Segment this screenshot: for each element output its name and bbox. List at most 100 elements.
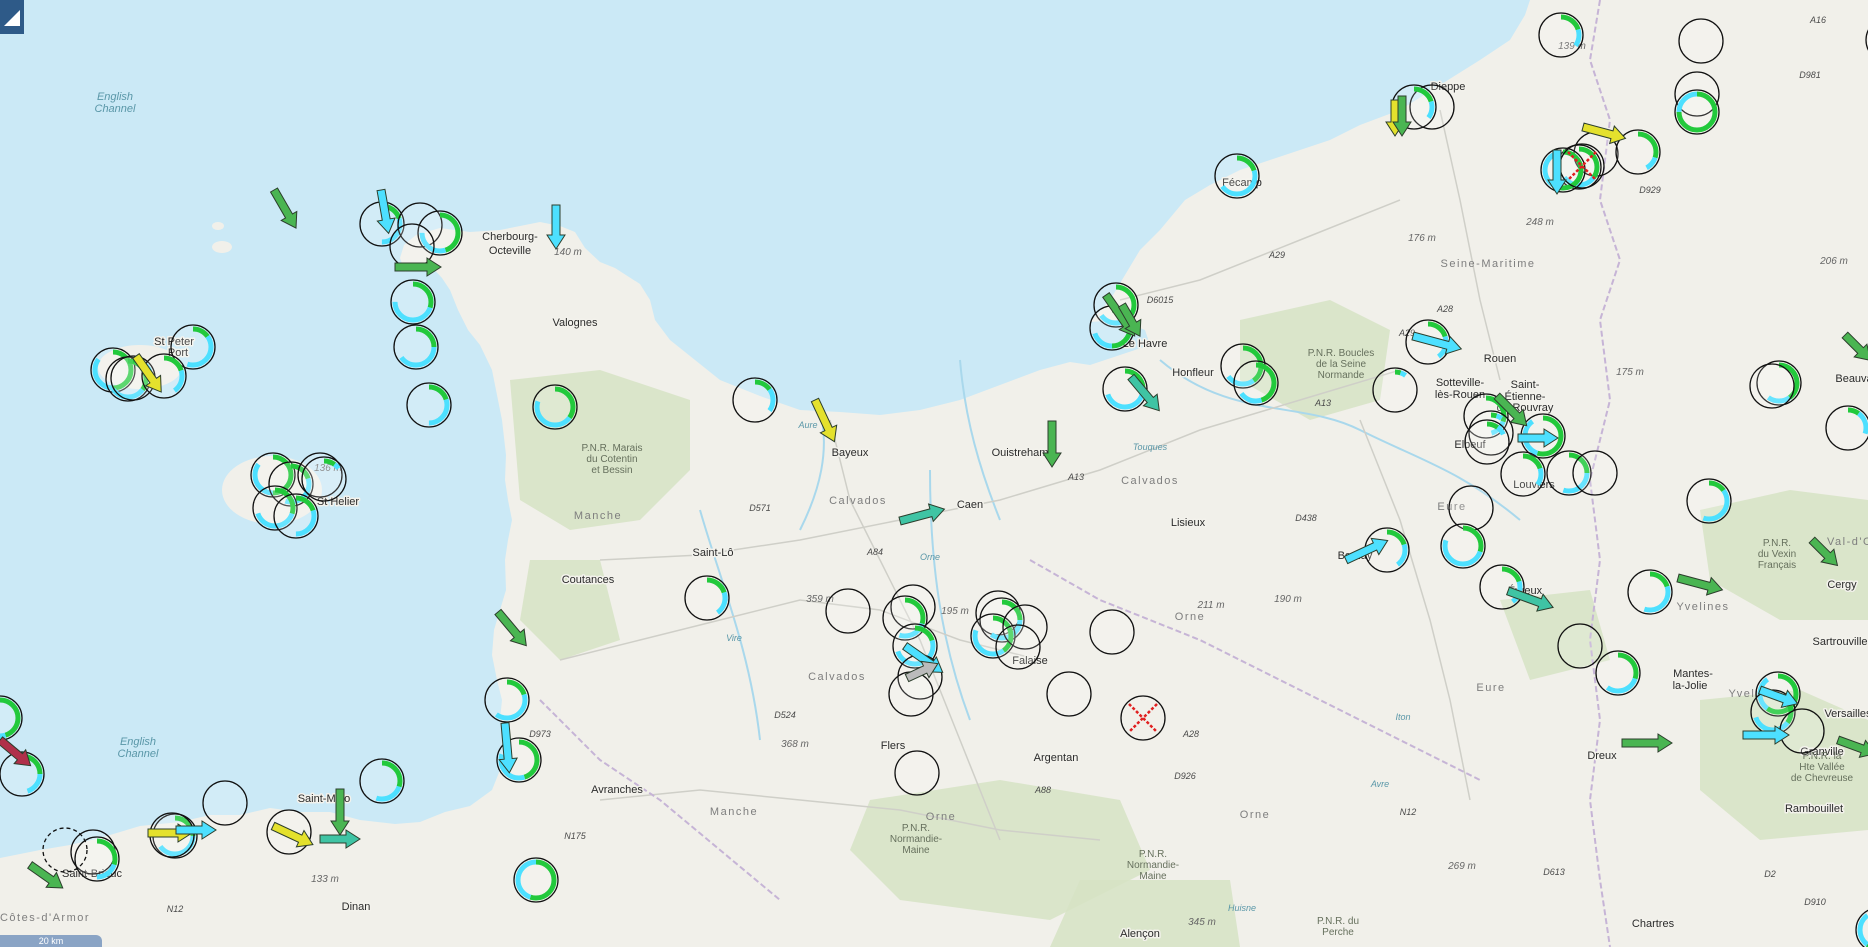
station-marker[interactable] bbox=[1372, 367, 1418, 413]
station-marker[interactable] bbox=[1572, 450, 1618, 496]
station-marker[interactable] bbox=[1440, 523, 1486, 569]
ring-icon[interactable] bbox=[684, 575, 730, 621]
city-label: Rambouillet bbox=[1785, 803, 1843, 815]
station-marker[interactable] bbox=[1500, 451, 1546, 497]
ring-icon[interactable] bbox=[1572, 450, 1618, 496]
ring-icon[interactable] bbox=[484, 677, 530, 723]
station-marker[interactable] bbox=[393, 324, 439, 370]
park-label-line: P.N.R. bbox=[902, 823, 930, 834]
ring-icon[interactable] bbox=[995, 624, 1041, 670]
station-marker[interactable] bbox=[1479, 564, 1525, 610]
station-marker[interactable] bbox=[894, 750, 940, 796]
station-marker[interactable] bbox=[202, 780, 248, 826]
park-label-line: de la Seine bbox=[1316, 359, 1366, 370]
ring-icon[interactable] bbox=[1500, 451, 1546, 497]
road-label: A84 bbox=[866, 547, 883, 557]
region-label: Orne bbox=[1240, 809, 1270, 821]
ring-icon[interactable] bbox=[1557, 623, 1603, 669]
road-label: D6015 bbox=[1147, 295, 1175, 305]
station-marker[interactable] bbox=[1538, 12, 1584, 58]
ring-icon[interactable] bbox=[532, 384, 578, 430]
ring-icon[interactable] bbox=[1678, 18, 1724, 64]
ring-icon[interactable] bbox=[301, 456, 347, 502]
station-marker[interactable] bbox=[1557, 623, 1603, 669]
ring-icon[interactable] bbox=[1779, 708, 1825, 754]
ring-icon[interactable] bbox=[74, 836, 120, 882]
ring-icon[interactable] bbox=[825, 588, 871, 634]
region-label: Calvados bbox=[829, 495, 887, 507]
ring-icon[interactable] bbox=[1464, 419, 1510, 465]
ring-icon[interactable] bbox=[1674, 89, 1720, 135]
sea-label-line: Channel bbox=[95, 103, 137, 115]
station-marker[interactable] bbox=[390, 279, 436, 325]
station-marker[interactable] bbox=[359, 758, 405, 804]
ring-icon[interactable] bbox=[390, 279, 436, 325]
elevation-label: 368 m bbox=[781, 739, 809, 750]
station-marker[interactable] bbox=[1627, 569, 1673, 615]
map-svg[interactable]: English ChannelEnglish ChannelCherbourg-Oc… bbox=[0, 0, 1868, 947]
station-marker[interactable] bbox=[532, 384, 578, 430]
station-marker[interactable] bbox=[732, 377, 778, 423]
station-marker[interactable] bbox=[1448, 485, 1494, 531]
station-marker[interactable] bbox=[74, 836, 120, 882]
park-label: P.N.R. du Perche bbox=[1317, 916, 1359, 938]
station-marker[interactable] bbox=[1233, 360, 1279, 406]
ring-icon[interactable] bbox=[1233, 360, 1279, 406]
ring-icon[interactable] bbox=[1538, 12, 1584, 58]
river-label: Iton bbox=[1395, 712, 1410, 722]
station-marker[interactable] bbox=[301, 456, 347, 502]
ring-icon[interactable] bbox=[1214, 153, 1260, 199]
station-marker[interactable] bbox=[825, 588, 871, 634]
station-marker[interactable] bbox=[684, 575, 730, 621]
station-marker[interactable] bbox=[1595, 650, 1641, 696]
panel-toggle-button[interactable] bbox=[0, 0, 24, 34]
elevation-label: 140 m bbox=[554, 247, 582, 258]
ring-icon[interactable] bbox=[1749, 363, 1795, 409]
ring-icon[interactable] bbox=[894, 750, 940, 796]
region-label: Orne bbox=[1175, 611, 1205, 623]
ring-icon[interactable] bbox=[406, 382, 452, 428]
city-label: Ouistreham bbox=[992, 447, 1049, 459]
station-marker[interactable] bbox=[513, 857, 559, 903]
region-label: Val-d'O bbox=[1827, 536, 1868, 548]
station-marker[interactable] bbox=[273, 493, 319, 539]
station-marker[interactable] bbox=[1779, 708, 1825, 754]
station-marker[interactable] bbox=[1678, 18, 1724, 64]
ring-icon[interactable] bbox=[732, 377, 778, 423]
ring-icon[interactable] bbox=[1372, 367, 1418, 413]
station-marker[interactable] bbox=[1464, 419, 1510, 465]
ring-icon[interactable] bbox=[393, 324, 439, 370]
station-marker[interactable] bbox=[1825, 405, 1868, 451]
ring-icon[interactable] bbox=[1686, 478, 1732, 524]
ring-icon[interactable] bbox=[1595, 650, 1641, 696]
station-marker[interactable] bbox=[1749, 363, 1795, 409]
road-label: A16 bbox=[1809, 15, 1826, 25]
station-marker[interactable] bbox=[406, 382, 452, 428]
ring-icon[interactable] bbox=[1825, 405, 1868, 451]
map-canvas[interactable]: English Channel English Channel Cherbourg- Oc… bbox=[0, 0, 1868, 947]
station-marker[interactable] bbox=[995, 624, 1041, 670]
region-label: Calvados bbox=[1121, 475, 1179, 487]
station-marker[interactable] bbox=[1674, 89, 1720, 135]
station-marker[interactable] bbox=[484, 677, 530, 723]
station-marker[interactable] bbox=[1089, 609, 1135, 655]
ring-icon[interactable] bbox=[1448, 485, 1494, 531]
station-marker[interactable] bbox=[1686, 478, 1732, 524]
city-label: Coutances bbox=[562, 574, 615, 586]
park-label-line: Normandie- bbox=[1127, 860, 1179, 871]
ring-icon[interactable] bbox=[1046, 671, 1092, 717]
city-label: Argentan bbox=[1034, 752, 1079, 764]
station-marker[interactable] bbox=[1214, 153, 1260, 199]
ring-icon[interactable] bbox=[1627, 569, 1673, 615]
ring-icon[interactable] bbox=[1089, 609, 1135, 655]
ring-icon[interactable] bbox=[273, 493, 319, 539]
ring-icon[interactable] bbox=[513, 857, 559, 903]
station-marker[interactable] bbox=[1046, 671, 1092, 717]
ring-icon[interactable] bbox=[202, 780, 248, 826]
park-label-line: P.N.R. Marais bbox=[582, 443, 643, 454]
ring-icon[interactable] bbox=[1440, 523, 1486, 569]
ring-icon[interactable] bbox=[1479, 564, 1525, 610]
ring-icon[interactable] bbox=[359, 758, 405, 804]
park-label-line: Hte Vallée bbox=[1799, 762, 1845, 773]
park-label-line: Perche bbox=[1322, 927, 1354, 938]
